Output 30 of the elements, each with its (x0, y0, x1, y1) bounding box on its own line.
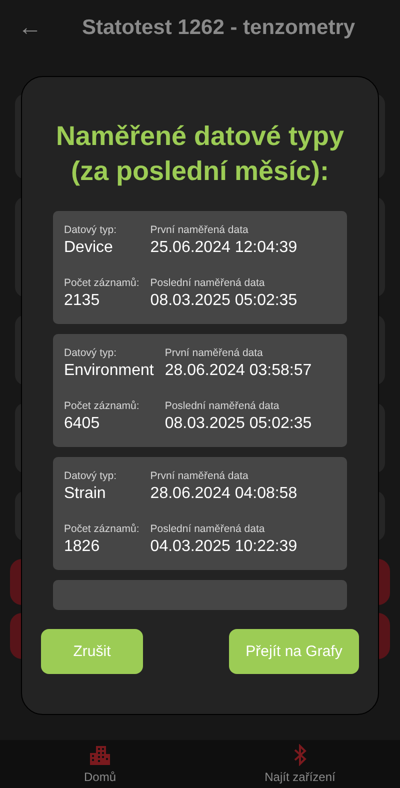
field-value: 08.03.2025 05:02:35 (164, 415, 312, 434)
field-value: 1826 (64, 538, 100, 556)
page-title: Statotest 1262 - tenzometry (82, 16, 356, 40)
field-label: Poslední naměřená data (164, 400, 280, 412)
field-label: První naměřená data (164, 347, 263, 360)
field-value: 2135 (64, 292, 100, 310)
field-label: První naměřená data (150, 470, 248, 482)
field-value: Device (64, 239, 113, 258)
field-value: 6405 (64, 415, 100, 434)
dialog-title: Naměřené datové typy (za poslední měsíc): (54, 120, 346, 188)
field-label: Poslední naměřená data (150, 277, 265, 290)
field-value: 28.06.2024 03:58:57 (164, 362, 312, 380)
field-value: 04.03.2025 10:22:39 (150, 538, 298, 556)
field-label: Datový typ: (64, 347, 117, 360)
back-button[interactable]: ← (18, 14, 42, 42)
field-value: 08.03.2025 05:02:35 (150, 292, 298, 310)
field-value: Environment (64, 362, 154, 380)
field-value: 28.06.2024 04:08:58 (150, 485, 298, 504)
field-label: První naměřená data (150, 224, 248, 236)
field-value: 25.06.2024 12:04:39 (150, 239, 298, 258)
field-label: Datový typ: (64, 224, 117, 236)
field-label: Počet záznamů: (64, 400, 140, 412)
nav-item[interactable]: Najít zařízení (230, 740, 370, 788)
field-label: Počet záznamů: (64, 277, 140, 290)
field-label: Datový typ: (64, 470, 117, 482)
nav-item[interactable]: Domů (30, 740, 170, 788)
field-label: Poslední naměřená data (150, 523, 265, 536)
buildings-icon (89, 744, 111, 766)
field-label: Počet záznamů: (64, 523, 140, 536)
field-value: Strain (64, 485, 106, 504)
